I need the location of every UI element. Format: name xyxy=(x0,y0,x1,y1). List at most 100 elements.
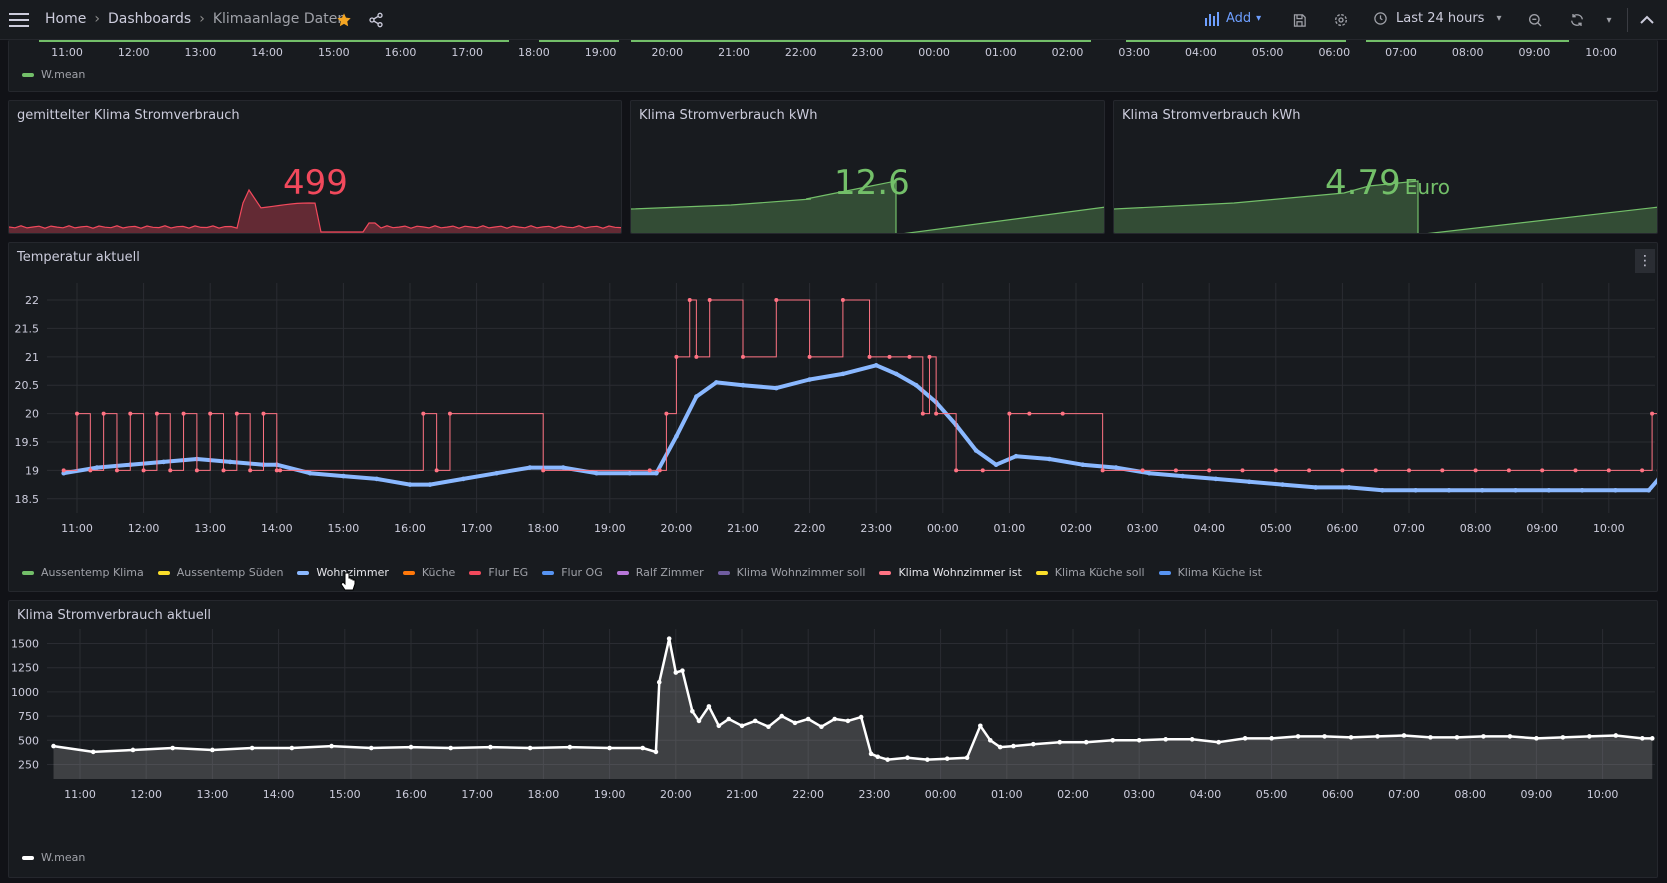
data-point xyxy=(934,411,939,416)
stat-panel-kwh[interactable]: Klima Stromverbrauch kWh 12.6 xyxy=(630,100,1105,234)
data-point xyxy=(1146,470,1152,476)
x-tick-label: 11:00 xyxy=(64,788,96,801)
legend-item[interactable]: Ralf Zimmer xyxy=(616,566,704,579)
x-tick-label: 07:00 xyxy=(1388,788,1420,801)
breadcrumb-home[interactable]: Home xyxy=(45,11,86,27)
data-point xyxy=(1613,733,1619,738)
legend-item[interactable]: Flur EG xyxy=(469,566,528,579)
data-point xyxy=(653,749,659,755)
x-tick-label: 04:00 xyxy=(1193,522,1225,535)
data-point xyxy=(706,704,712,709)
legend-label: Ralf Zimmer xyxy=(635,566,704,579)
data-point xyxy=(1640,736,1645,741)
legend-label: Aussentemp Klima xyxy=(41,566,144,579)
share-icon[interactable] xyxy=(362,6,390,34)
x-tick-label: 05:00 xyxy=(1256,788,1288,801)
stat-panel-power-mean[interactable]: gemittelter Klima Stromverbrauch 499 xyxy=(8,100,622,234)
data-point xyxy=(1473,468,1478,473)
temperature-panel[interactable]: Temperatur aktuell ⋮ 18.5 19 19.5 20 20.5 21 2… xyxy=(8,242,1658,592)
data-point xyxy=(307,470,313,476)
x-tick-label: 08:00 xyxy=(1460,522,1492,535)
x-tick-label: 23:00 xyxy=(852,46,884,59)
legend-swatch xyxy=(297,570,310,575)
data-point xyxy=(75,411,79,416)
stat-panel-euro[interactable]: Klima Stromverbrauch kWh 4.79 Euro xyxy=(1113,100,1658,234)
data-point xyxy=(248,468,253,473)
x-tick-label: 09:00 xyxy=(1521,788,1553,801)
legend-item[interactable]: Klima Küche ist xyxy=(1158,566,1262,579)
collapse-chevron-up-icon[interactable] xyxy=(1633,6,1661,34)
data-point xyxy=(687,298,692,303)
x-tick-label: 15:00 xyxy=(329,788,361,801)
data-point xyxy=(774,298,779,303)
data-point xyxy=(674,354,679,359)
x-tick-label: 12:00 xyxy=(118,46,150,59)
data-point xyxy=(885,757,890,762)
power-panel[interactable]: Klima Stromverbrauch aktuell 250 500 750 10… xyxy=(8,600,1658,878)
time-range-picker[interactable]: Last 24 hours ▾ xyxy=(1373,11,1501,26)
data-point xyxy=(905,755,910,761)
x-tick-label: 21:00 xyxy=(726,788,758,801)
legend-item[interactable]: Aussentemp Süden xyxy=(157,566,283,579)
data-point xyxy=(1534,736,1539,741)
legend-item[interactable]: Flur OG xyxy=(542,566,603,579)
add-button-label: Add xyxy=(1226,11,1252,26)
data-point xyxy=(1375,734,1380,739)
x-tick-label: 20:00 xyxy=(660,788,692,801)
data-point xyxy=(680,668,685,673)
clock-icon xyxy=(1374,12,1387,25)
legend-swatch xyxy=(879,570,892,575)
legend-swatch xyxy=(22,570,34,575)
data-point xyxy=(234,411,239,416)
x-tick-label: 22:00 xyxy=(792,788,824,801)
data-point xyxy=(101,411,106,416)
save-icon[interactable] xyxy=(1285,6,1313,34)
stat-unit: Euro xyxy=(1404,175,1451,199)
data-point xyxy=(867,354,872,359)
star-icon[interactable] xyxy=(330,6,358,34)
settings-gear-icon[interactable] xyxy=(1327,6,1355,34)
legend-label: Klima Küche ist xyxy=(1177,566,1262,579)
refresh-interval-chevron-icon[interactable]: ▾ xyxy=(1595,6,1623,34)
data-point xyxy=(128,411,133,416)
legend-item[interactable]: Klima Wohnzimmer ist xyxy=(879,566,1022,579)
legend-item[interactable]: Aussentemp Klima xyxy=(22,566,144,579)
data-point xyxy=(840,298,845,303)
data-point xyxy=(696,718,702,724)
add-button[interactable]: Add ▾ xyxy=(1205,11,1261,26)
x-tick-label: 06:00 xyxy=(1322,788,1354,801)
data-point xyxy=(1340,468,1345,473)
data-point xyxy=(1295,734,1301,739)
data-point xyxy=(1646,487,1652,493)
zoom-out-icon[interactable] xyxy=(1521,6,1549,34)
data-point xyxy=(1057,739,1063,745)
menu-icon[interactable] xyxy=(5,6,33,34)
legend-item[interactable]: W.mean xyxy=(22,68,85,81)
data-point xyxy=(94,465,100,470)
legend-item[interactable]: W.mean xyxy=(22,851,85,864)
data-point xyxy=(541,468,546,473)
breadcrumb-dashboards[interactable]: Dashboards xyxy=(108,11,191,27)
data-point xyxy=(1213,476,1219,482)
time-range-label: Last 24 hours xyxy=(1396,11,1485,26)
refresh-icon[interactable] xyxy=(1563,6,1591,34)
legend-item[interactable]: Klima Küche soll xyxy=(1035,566,1145,579)
x-tick-label: 02:00 xyxy=(1052,46,1084,59)
data-point xyxy=(448,745,454,751)
data-point xyxy=(261,411,266,416)
data-point xyxy=(1163,737,1168,742)
data-point xyxy=(161,459,166,465)
data-point xyxy=(1173,468,1178,473)
data-point xyxy=(1011,743,1016,749)
data-point xyxy=(1640,468,1645,473)
data-point xyxy=(278,468,283,473)
data-point xyxy=(752,718,758,724)
legend-item[interactable]: Klima Wohnzimmer soll xyxy=(717,566,865,579)
data-point xyxy=(1242,736,1248,741)
legend-item[interactable]: Küche xyxy=(402,566,455,579)
x-tick-label: 17:00 xyxy=(451,46,483,59)
legend-swatch xyxy=(1158,570,1171,575)
data-point xyxy=(807,377,812,382)
x-tick-label: 03:00 xyxy=(1123,788,1155,801)
data-point xyxy=(694,394,699,399)
